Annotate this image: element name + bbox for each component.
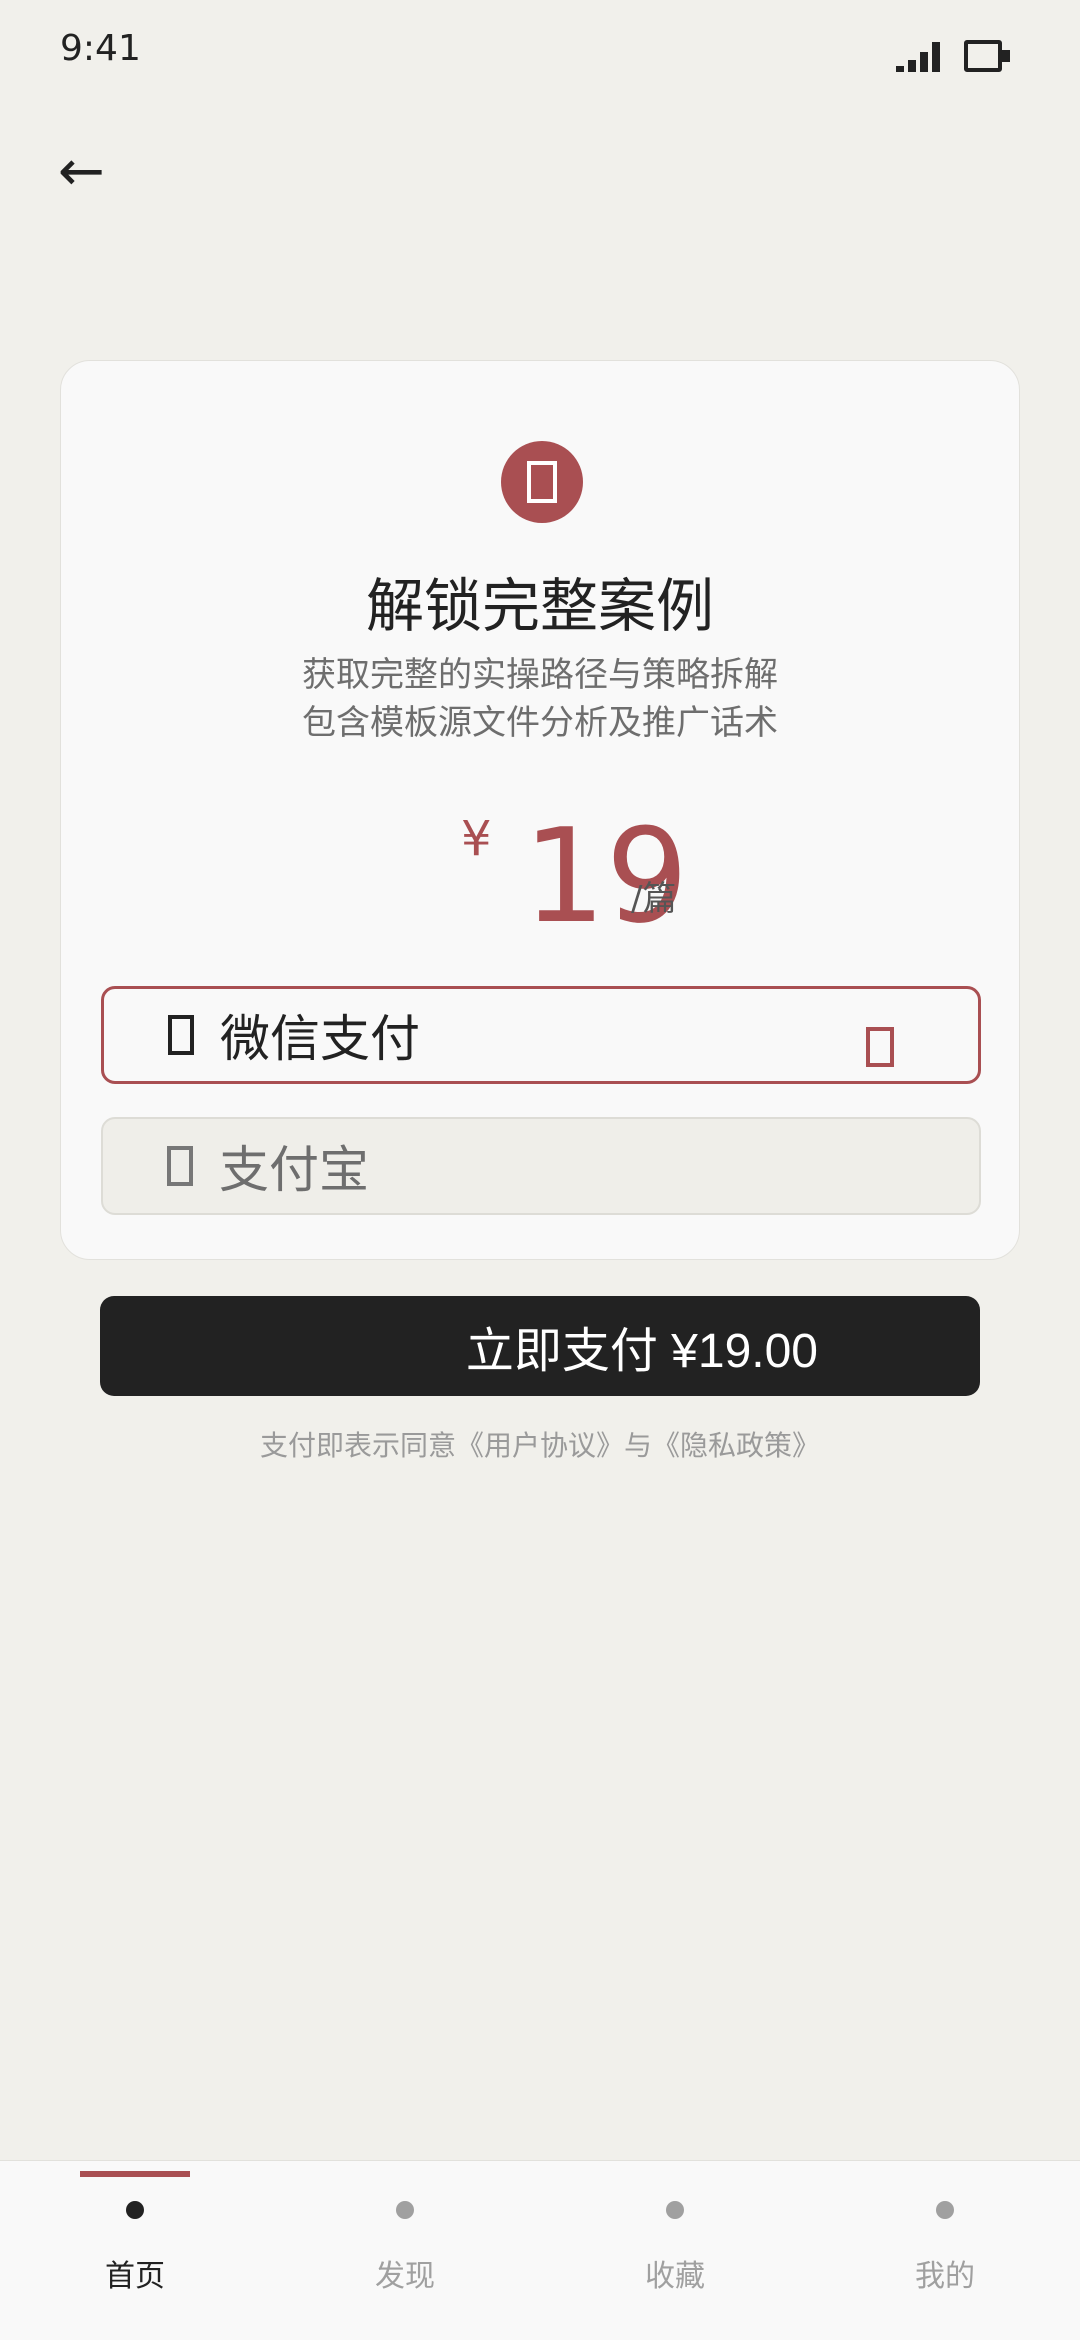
bottom-tab-bar: 首页 发现 收藏 我的 — [0, 2160, 1080, 2340]
pay-now-label: 立即支付 ¥19.00 — [465, 1325, 818, 1378]
selected-check-icon — [866, 1027, 894, 1067]
tab-profile[interactable]: 我的 — [810, 2161, 1080, 2340]
tab-favorites[interactable]: 收藏 — [540, 2161, 810, 2340]
discover-dot-icon — [396, 2201, 414, 2219]
price-symbol: ¥ — [461, 811, 492, 867]
user-agreement-link[interactable]: 《用户协议》 — [456, 1429, 624, 1462]
privacy-policy-link[interactable]: 《隐私政策》 — [652, 1429, 820, 1462]
card-title: 解锁完整案例 — [365, 572, 714, 640]
payment-option-wechat[interactable]: 微信支付 — [101, 986, 981, 1084]
payment-option-alipay[interactable]: 支付宝 — [101, 1117, 981, 1215]
payment-option-label: 支付宝 — [219, 1141, 369, 1199]
unlock-card: 解锁完整案例 获取完整的实操路径与策略拆解 包含模板源文件分析及推广话术 ¥ 1… — [60, 360, 1020, 1260]
signal-icon — [896, 40, 940, 72]
tab-discover[interactable]: 发现 — [270, 2161, 540, 2340]
price-unit: /篇 — [631, 879, 677, 919]
pay-now-button[interactable]: 立即支付 ¥19.00 — [100, 1296, 980, 1396]
status-time: 9:41 — [60, 28, 141, 69]
favorites-dot-icon — [666, 2201, 684, 2219]
back-arrow-icon[interactable]: ← — [58, 142, 105, 202]
alipay-icon — [167, 1146, 193, 1186]
payment-option-label: 微信支付 — [220, 1010, 420, 1068]
profile-dot-icon — [936, 2201, 954, 2219]
price: ¥ 19 /篇 — [61, 801, 1019, 951]
agreement-text: 支付即表示同意《用户协议》与《隐私政策》 — [0, 1424, 1080, 1464]
status-indicators — [896, 38, 1010, 72]
agreement-and: 与 — [624, 1429, 653, 1462]
tab-label: 发现 — [375, 2259, 435, 2294]
tab-home[interactable]: 首页 — [0, 2161, 270, 2340]
battery-icon — [964, 40, 1010, 72]
tab-label: 我的 — [915, 2259, 975, 2294]
tab-label: 收藏 — [645, 2259, 705, 2294]
active-tab-indicator — [80, 2171, 190, 2177]
lock-icon — [501, 441, 583, 523]
agreement-prefix: 支付即表示同意 — [259, 1429, 456, 1462]
description-line-1: 获取完整的实操路径与策略拆解 — [302, 655, 778, 695]
lock-glyph — [527, 461, 557, 503]
card-description: 获取完整的实操路径与策略拆解 包含模板源文件分析及推广话术 — [61, 651, 1019, 747]
wechat-icon — [168, 1015, 194, 1055]
tab-label: 首页 — [105, 2259, 165, 2294]
description-line-2: 包含模板源文件分析及推广话术 — [302, 703, 778, 743]
payment-screen: 9:41 ← 解锁完整案例 获取完整的实操路径与策略拆解 包含模板源文件分析及推… — [0, 0, 1080, 2340]
home-dot-icon — [126, 2201, 144, 2219]
